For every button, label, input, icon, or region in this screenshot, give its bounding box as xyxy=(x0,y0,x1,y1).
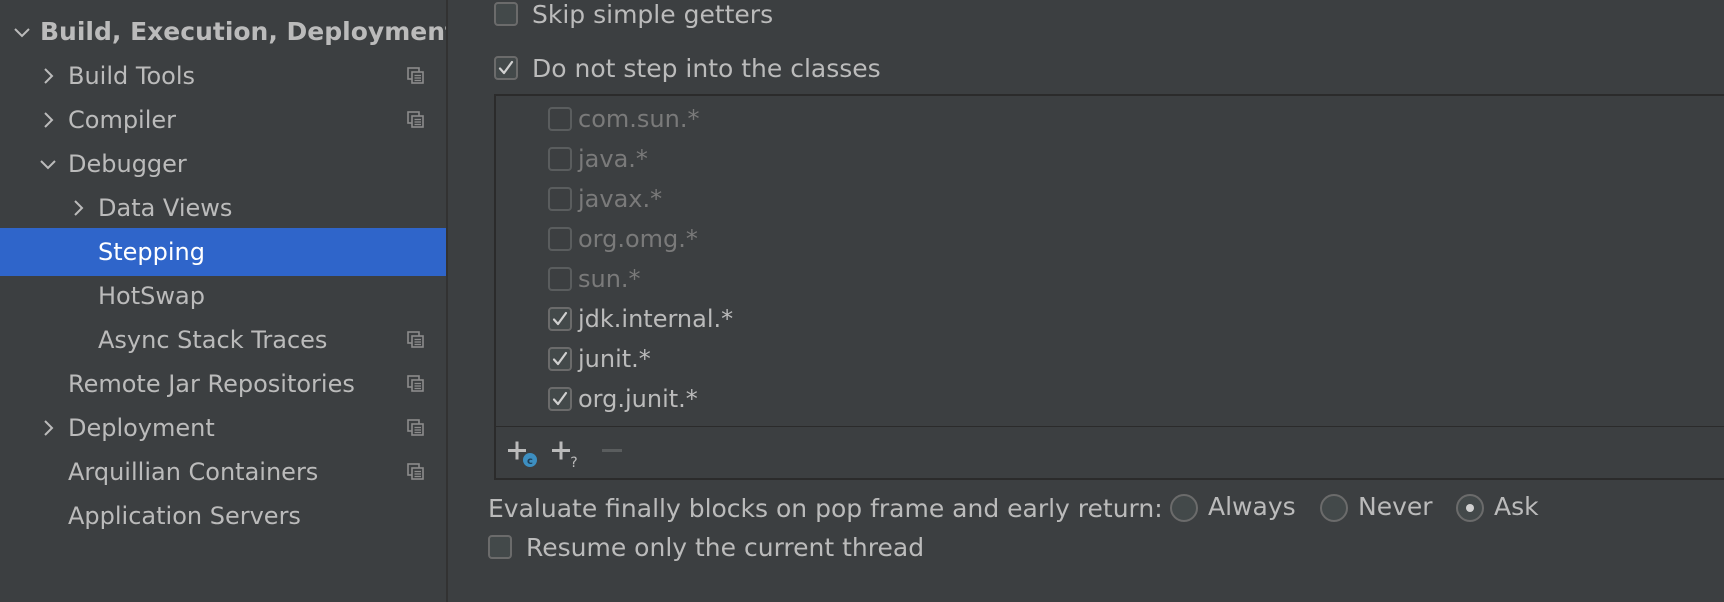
sidebar-item-arquillian-containers[interactable]: Arquillian Containers xyxy=(0,448,446,496)
radio-never-label: Never xyxy=(1358,492,1433,521)
do-not-step-into-checkbox[interactable] xyxy=(494,56,518,80)
class-filter-checkbox[interactable] xyxy=(548,227,572,251)
sidebar-item-label: Arquillian Containers xyxy=(68,458,319,486)
chevron-down-icon[interactable] xyxy=(38,154,58,174)
sidebar-item-build-tools[interactable]: Build Tools xyxy=(0,52,446,100)
class-filter-pattern: jdk.internal.* xyxy=(578,305,734,333)
class-filter-row[interactable]: org.omg.* xyxy=(496,217,1724,261)
add-pattern-button[interactable]: ? xyxy=(552,439,586,469)
class-filter-checkbox[interactable] xyxy=(548,387,572,411)
class-filter-checkbox[interactable] xyxy=(548,267,572,291)
class-filter-row[interactable]: org.junit.* xyxy=(496,377,1724,421)
project-level-icon xyxy=(406,330,426,350)
sidebar-item-debugger[interactable]: Debugger xyxy=(0,140,446,188)
class-filter-row[interactable]: jdk.internal.* xyxy=(496,297,1724,341)
sidebar-item-async-stack-traces[interactable]: Async Stack Traces xyxy=(0,316,446,364)
class-filter-row[interactable]: sun.* xyxy=(496,257,1724,301)
remove-icon xyxy=(602,449,622,452)
class-filter-pattern: java.* xyxy=(578,145,648,173)
skip-simple-getters-label: Skip simple getters xyxy=(532,0,774,29)
class-filter-checkbox[interactable] xyxy=(548,107,572,131)
sidebar-item-label: HotSwap xyxy=(98,282,205,310)
sidebar-item-label: Application Servers xyxy=(68,502,301,530)
sidebar-item-remote-jar-repositories[interactable]: Remote Jar Repositories xyxy=(0,360,446,408)
sidebar-item-label: Deployment xyxy=(68,414,215,442)
sidebar-item-compiler[interactable]: Compiler xyxy=(0,96,446,144)
add-pattern-icon: ? xyxy=(552,441,578,469)
skip-simple-getters-checkbox[interactable] xyxy=(494,2,518,26)
sidebar-item-stepping[interactable]: Stepping xyxy=(0,228,446,276)
stepping-settings-panel: Skip simple getters Do not step into the… xyxy=(448,0,1724,602)
project-level-icon xyxy=(406,374,426,394)
chevron-right-icon[interactable] xyxy=(38,66,58,86)
radio-selected-dot xyxy=(1466,504,1474,512)
sidebar-item-label: Compiler xyxy=(68,106,177,134)
resume-current-thread-checkbox[interactable] xyxy=(488,535,512,559)
class-filter-pattern: sun.* xyxy=(578,265,641,293)
class-filter-toolbar: c ? xyxy=(494,426,1724,480)
remove-button[interactable] xyxy=(602,439,636,469)
settings-sidebar: Build, Execution, Deployment Build Tools C… xyxy=(0,0,448,602)
sidebar-item-label: Build, Execution, Deployment xyxy=(40,17,448,46)
sidebar-item-hotswap[interactable]: HotSwap xyxy=(0,272,446,320)
chevron-right-icon[interactable] xyxy=(38,110,58,130)
radio-ask[interactable] xyxy=(1456,494,1484,522)
chevron-right-icon[interactable] xyxy=(38,418,58,438)
sidebar-item-deployment[interactable]: Deployment xyxy=(0,404,446,452)
svg-text:c: c xyxy=(527,456,533,467)
sidebar-item-label: Remote Jar Repositories xyxy=(68,370,355,398)
chevron-down-icon[interactable] xyxy=(12,22,32,42)
evaluate-finally-label: Evaluate finally blocks on pop frame and… xyxy=(488,494,1163,523)
class-filter-row[interactable]: junit.* xyxy=(496,337,1724,381)
resume-current-thread-label: Resume only the current thread xyxy=(526,533,925,562)
sidebar-item-application-servers[interactable]: Application Servers xyxy=(0,492,446,540)
class-filter-checkbox[interactable] xyxy=(548,307,572,331)
class-filter-pattern: org.omg.* xyxy=(578,225,698,253)
chevron-right-icon[interactable] xyxy=(68,198,88,218)
class-filter-pattern: javax.* xyxy=(578,185,663,213)
radio-always-label: Always xyxy=(1208,492,1296,521)
project-level-icon xyxy=(406,462,426,482)
sidebar-item-data-views[interactable]: Data Views xyxy=(0,184,446,232)
class-filter-row[interactable]: java.* xyxy=(496,137,1724,181)
add-class-icon: c xyxy=(508,441,537,467)
project-level-icon xyxy=(406,66,426,86)
sidebar-item-label: Stepping xyxy=(98,238,205,266)
add-class-button[interactable]: c xyxy=(508,439,542,469)
sidebar-item-label: Build Tools xyxy=(68,62,195,90)
class-filter-list[interactable]: com.sun.* java.* javax.* org.omg.* sun.* jdk.… xyxy=(494,94,1724,428)
project-level-icon xyxy=(406,418,426,438)
class-filter-checkbox[interactable] xyxy=(548,347,572,371)
sidebar-item-label: Data Views xyxy=(98,194,233,222)
class-filter-row[interactable]: javax.* xyxy=(496,177,1724,221)
class-filter-pattern: junit.* xyxy=(578,345,651,373)
class-filter-pattern: org.junit.* xyxy=(578,385,698,413)
class-filter-row[interactable]: com.sun.* xyxy=(496,97,1724,141)
sidebar-item-label: Async Stack Traces xyxy=(98,326,328,354)
project-level-icon xyxy=(406,110,426,130)
class-filter-checkbox[interactable] xyxy=(548,147,572,171)
class-filter-checkbox[interactable] xyxy=(548,187,572,211)
svg-text:?: ? xyxy=(570,455,577,469)
radio-always[interactable] xyxy=(1170,494,1198,522)
sidebar-item-build-execution-deployment[interactable]: Build, Execution, Deployment xyxy=(0,8,446,56)
radio-never[interactable] xyxy=(1320,494,1348,522)
radio-ask-label: Ask xyxy=(1494,492,1539,521)
sidebar-item-label: Debugger xyxy=(68,150,187,178)
do-not-step-into-label: Do not step into the classes xyxy=(532,54,881,83)
class-filter-pattern: com.sun.* xyxy=(578,105,700,133)
